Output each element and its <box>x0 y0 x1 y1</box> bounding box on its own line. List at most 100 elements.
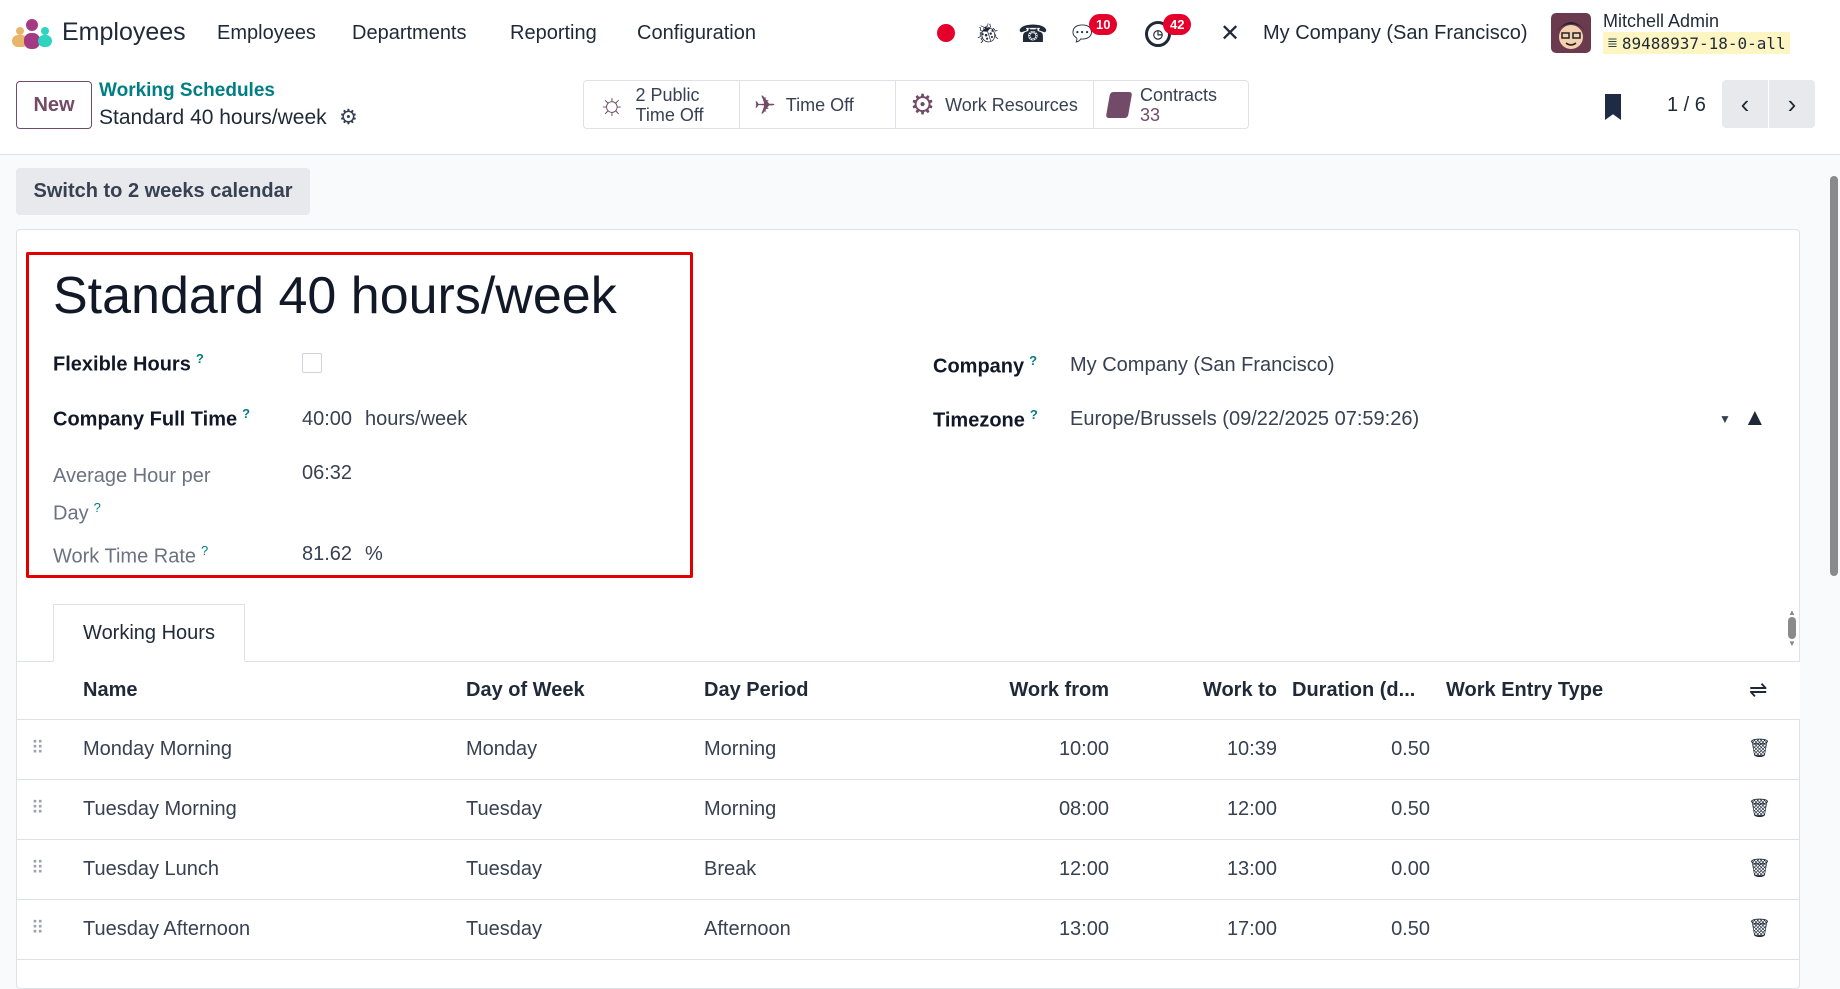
switch-calendar-button[interactable]: Switch to 2 weeks calendar <box>16 168 310 215</box>
full-time-value[interactable]: 40:00 <box>302 408 352 431</box>
tab-working-hours[interactable]: Working Hours <box>53 604 245 662</box>
work-resources-button[interactable]: ⚙ Work Resources <box>895 80 1094 129</box>
cell-work-from[interactable]: 12:00 <box>900 858 1109 881</box>
cell-day-of-week[interactable]: Tuesday <box>466 798 542 821</box>
cell-duration[interactable]: 0.50 <box>1300 798 1430 821</box>
cell-work-to[interactable]: 10:39 <box>1150 738 1277 761</box>
stat-label: Contracts <box>1140 84 1218 105</box>
pager-next-button[interactable]: › <box>1769 80 1815 128</box>
record-title[interactable]: Standard 40 hours/week <box>53 266 617 326</box>
cell-duration[interactable]: 0.50 <box>1300 918 1430 941</box>
cell-work-from[interactable]: 10:00 <box>900 738 1109 761</box>
dropdown-caret-icon[interactable]: ▼ <box>1719 412 1731 426</box>
menu-reporting[interactable]: Reporting <box>510 22 597 45</box>
drag-handle-icon[interactable]: ⠿ <box>31 918 44 939</box>
company-field[interactable]: My Company (San Francisco) <box>1070 354 1335 377</box>
delete-trash-icon[interactable]: 🗑︎ <box>1748 798 1771 819</box>
warning-icon: ▲ <box>1743 404 1767 431</box>
page-scrollbar[interactable] <box>1828 155 1840 965</box>
recording-dot-icon[interactable] <box>937 24 955 42</box>
table-row[interactable]: ⠿ Tuesday Morning Tuesday Morning 08:00 12:00… <box>17 780 1800 840</box>
menu-configuration[interactable]: Configuration <box>637 22 756 45</box>
work-time-rate-label: Work Time Rate? <box>53 543 209 568</box>
cell-day-of-week[interactable]: Monday <box>466 738 537 761</box>
header-work-from[interactable]: Work from <box>900 679 1109 702</box>
table-row[interactable]: ⠿ Tuesday Lunch Tuesday Break 12:00 13:00 0.00… <box>17 840 1800 900</box>
header-name[interactable]: Name <box>83 679 137 702</box>
phone-icon[interactable]: ☎︎ <box>1018 20 1048 48</box>
full-time-unit: hours/week <box>365 408 468 430</box>
new-button[interactable]: New <box>16 81 92 129</box>
drag-handle-icon[interactable]: ⠿ <box>31 858 44 879</box>
public-time-off-button[interactable]: ☼ 2 Public Time Off <box>583 80 740 129</box>
stat-label: Time Off <box>785 94 854 115</box>
cell-day-period[interactable]: Morning <box>704 738 776 761</box>
user-avatar[interactable] <box>1551 13 1591 53</box>
header-work-entry-type[interactable]: Work Entry Type <box>1446 679 1603 702</box>
flexible-hours-label: Flexible Hours? <box>53 351 204 376</box>
cell-work-from[interactable]: 13:00 <box>900 918 1109 941</box>
database-badge: ≣ 89488937-18-0-all <box>1603 32 1790 54</box>
header-duration[interactable]: Duration (d... <box>1292 679 1415 702</box>
inner-scrollbar[interactable]: ▲ ▼ <box>1787 608 1797 656</box>
stat-value: 33 <box>1140 104 1161 125</box>
menu-departments[interactable]: Departments <box>352 22 467 45</box>
flexible-hours-checkbox[interactable] <box>302 353 322 373</box>
cell-duration[interactable]: 0.00 <box>1300 858 1430 881</box>
stat-label: Work Resources <box>945 94 1078 115</box>
pager-value[interactable]: 1 / 6 <box>1667 94 1706 117</box>
menu-employees[interactable]: Employees <box>217 22 316 45</box>
company-label: Company? <box>933 353 1038 378</box>
company-switcher[interactable]: My Company (San Francisco) <box>1263 22 1528 45</box>
header-day-of-week[interactable]: Day of Week <box>466 679 585 702</box>
breadcrumb-parent[interactable]: Working Schedules <box>99 80 275 102</box>
user-name[interactable]: Mitchell Admin <box>1603 11 1719 32</box>
contracts-button[interactable]: Contracts 33 <box>1093 80 1249 129</box>
cell-work-to[interactable]: 12:00 <box>1150 798 1277 821</box>
book-icon <box>1105 91 1133 118</box>
activity-badge: 42 <box>1163 14 1192 35</box>
app-name[interactable]: Employees <box>62 18 186 47</box>
scrollbar-thumb[interactable] <box>1830 176 1838 576</box>
top-navbar: Employees Employees Departments Reportin… <box>0 0 1840 67</box>
bug-icon[interactable]: 🐞︎ <box>975 21 1000 45</box>
header-day-period[interactable]: Day Period <box>704 679 808 702</box>
database-name: 89488937-18-0-all <box>1621 33 1786 53</box>
cogs-icon: ⚙ <box>910 88 936 120</box>
time-off-button[interactable]: ✈ Time Off <box>739 80 896 129</box>
chat-badge: 10 <box>1089 14 1118 35</box>
cell-day-period[interactable]: Afternoon <box>704 918 791 941</box>
tools-icon[interactable]: ✕ <box>1217 20 1243 47</box>
delete-trash-icon[interactable]: 🗑︎ <box>1748 738 1771 759</box>
cell-day-period[interactable]: Morning <box>704 798 776 821</box>
pager-previous-button[interactable]: ‹ <box>1722 80 1768 128</box>
stat-label: Time Off <box>635 104 704 125</box>
gear-icon[interactable]: ⚙ <box>339 105 358 130</box>
work-time-rate-value: 81.62 <box>302 543 353 565</box>
delete-trash-icon[interactable]: 🗑︎ <box>1748 918 1771 939</box>
drag-handle-icon[interactable]: ⠿ <box>31 798 44 819</box>
drag-handle-icon[interactable]: ⠿ <box>31 738 44 759</box>
full-time-label: Company Full Time? <box>53 406 251 431</box>
cell-name[interactable]: Tuesday Afternoon <box>83 918 250 941</box>
header-work-to[interactable]: Work to <box>1150 679 1277 702</box>
app-logo-icon[interactable] <box>12 19 52 49</box>
work-time-rate-unit: % <box>365 543 383 565</box>
table-row[interactable]: ⠿ Monday Morning Monday Morning 10:00 10:39 0.… <box>17 720 1800 780</box>
database-icon: ≣ <box>1607 35 1618 50</box>
cell-name[interactable]: Tuesday Morning <box>83 798 237 821</box>
cell-work-from[interactable]: 08:00 <box>900 798 1109 821</box>
optional-columns-icon[interactable]: ⇌ <box>1749 677 1767 703</box>
cell-duration[interactable]: 0.50 <box>1300 738 1430 761</box>
cell-day-period[interactable]: Break <box>704 858 756 881</box>
cell-work-to[interactable]: 13:00 <box>1150 858 1277 881</box>
cell-name[interactable]: Monday Morning <box>83 738 232 761</box>
delete-trash-icon[interactable]: 🗑︎ <box>1748 858 1771 879</box>
cell-day-of-week[interactable]: Tuesday <box>466 918 542 941</box>
cell-name[interactable]: Tuesday Lunch <box>83 858 219 881</box>
table-row[interactable]: ⠿ Tuesday Afternoon Tuesday Afternoon 13:00 1… <box>17 900 1800 960</box>
average-hour-value: 06:32 <box>302 462 353 484</box>
cell-day-of-week[interactable]: Tuesday <box>466 858 542 881</box>
cell-work-to[interactable]: 17:00 <box>1150 918 1277 941</box>
timezone-select[interactable]: Europe/Brussels (09/22/2025 07:59:26) <box>1070 408 1419 431</box>
